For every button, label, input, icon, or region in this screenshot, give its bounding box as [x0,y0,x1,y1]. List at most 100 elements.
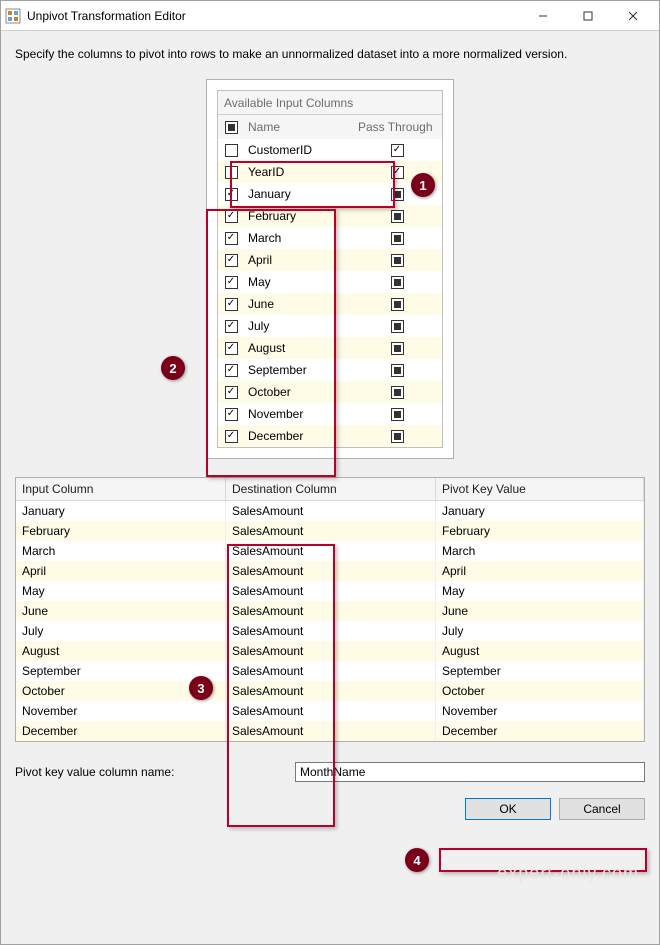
pass-through-checkbox[interactable] [391,254,404,267]
pass-through-checkbox[interactable] [391,188,404,201]
mapping-input-cell[interactable]: January [16,501,226,521]
pass-through-checkbox[interactable] [391,364,404,377]
mapping-pkv-cell[interactable]: March [436,541,644,561]
row-checkbox[interactable] [225,408,238,421]
pass-through-checkbox[interactable] [391,342,404,355]
mapping-input-cell[interactable]: November [16,701,226,721]
mapping-row: JuneSalesAmountJune [16,601,644,621]
mapping-dest-cell[interactable]: SalesAmount [226,681,436,701]
pkv-input[interactable] [295,762,645,782]
mapping-pkv-cell[interactable]: November [436,701,644,721]
input-column-row: May [218,271,442,293]
mapping-dest-cell[interactable]: SalesAmount [226,721,436,741]
mapping-input-cell[interactable]: December [16,721,226,741]
row-checkbox[interactable] [225,320,238,333]
button-row: OK Cancel [15,792,645,830]
mapping-dest-cell[interactable]: SalesAmount [226,541,436,561]
pkv-label: Pivot key value column name: [15,765,295,779]
row-checkbox[interactable] [225,166,238,179]
row-checkbox[interactable] [225,188,238,201]
row-checkbox[interactable] [225,276,238,289]
pass-through-checkbox[interactable] [391,232,404,245]
mapping-pkv-cell[interactable]: June [436,601,644,621]
mapping-input-cell[interactable]: April [16,561,226,581]
mapping-row: AprilSalesAmountApril [16,561,644,581]
mapping-pkv-cell[interactable]: August [436,641,644,661]
row-checkbox[interactable] [225,430,238,443]
row-name: September [244,363,354,377]
mapping-table: Input Column Destination Column Pivot Ke… [15,477,645,742]
row-checkbox[interactable] [225,386,238,399]
row-checkbox[interactable] [225,144,238,157]
pass-through-checkbox[interactable] [391,276,404,289]
row-checkbox[interactable] [225,342,238,355]
pass-through-checkbox[interactable] [391,386,404,399]
mapping-pkv-cell[interactable]: April [436,561,644,581]
col-header-pkv: Pivot Key Value [436,478,644,500]
mapping-input-cell[interactable]: September [16,661,226,681]
input-column-row: YearID [218,161,442,183]
mapping-input-cell[interactable]: March [16,541,226,561]
mapping-input-cell[interactable]: August [16,641,226,661]
mapping-pkv-cell[interactable]: October [436,681,644,701]
mapping-row: JulySalesAmountJuly [16,621,644,641]
row-checkbox[interactable] [225,210,238,223]
mapping-pkv-cell[interactable]: September [436,661,644,681]
mapping-row: AugustSalesAmountAugust [16,641,644,661]
window: Unpivot Transformation Editor Specify th… [0,0,660,945]
pass-through-checkbox[interactable] [391,166,404,179]
row-name: CustomerID [244,143,354,157]
window-title: Unpivot Transformation Editor [27,9,520,23]
pass-through-checkbox[interactable] [391,320,404,333]
mapping-pkv-cell[interactable]: February [436,521,644,541]
pass-through-checkbox[interactable] [391,408,404,421]
mapping-dest-cell[interactable]: SalesAmount [226,521,436,541]
ok-button[interactable]: OK [465,798,551,820]
mapping-input-cell[interactable]: May [16,581,226,601]
mapping-pkv-cell[interactable]: May [436,581,644,601]
mapping-dest-cell[interactable]: SalesAmount [226,581,436,601]
mapping-pkv-cell[interactable]: July [436,621,644,641]
row-name: March [244,231,354,245]
mapping-input-cell[interactable]: July [16,621,226,641]
titlebar: Unpivot Transformation Editor [1,1,659,31]
cancel-button[interactable]: Cancel [559,798,645,820]
row-checkbox[interactable] [225,232,238,245]
row-checkbox[interactable] [225,254,238,267]
content: Specify the columns to pivot into rows t… [1,31,659,944]
mapping-dest-cell[interactable]: SalesAmount [226,701,436,721]
mapping-input-cell[interactable]: June [16,601,226,621]
pass-through-checkbox[interactable] [391,210,404,223]
mapping-dest-cell[interactable]: SalesAmount [226,621,436,641]
row-name: October [244,385,354,399]
close-button[interactable] [610,1,655,31]
mapping-input-cell[interactable]: February [16,521,226,541]
mapping-row: DecemberSalesAmountDecember [16,721,644,741]
mapping-dest-cell[interactable]: SalesAmount [226,601,436,621]
row-name: November [244,407,354,421]
mapping-pkv-cell[interactable]: December [436,721,644,741]
minimize-button[interactable] [520,1,565,31]
available-input-columns-panel: Available Input Columns Name Pass Throug… [206,79,454,459]
mapping-dest-cell[interactable]: SalesAmount [226,501,436,521]
input-columns-col-header: Name Pass Through [218,115,442,139]
mapping-pkv-cell[interactable]: January [436,501,644,521]
mapping-row: MaySalesAmountMay [16,581,644,601]
mapping-input-cell[interactable]: October [16,681,226,701]
row-name: July [244,319,354,333]
input-column-row: February [218,205,442,227]
row-checkbox[interactable] [225,298,238,311]
pass-through-checkbox[interactable] [391,430,404,443]
select-all-checkbox[interactable] [225,121,238,134]
mapping-dest-cell[interactable]: SalesAmount [226,661,436,681]
mapping-dest-cell[interactable]: SalesAmount [226,561,436,581]
pkv-column-row: Pivot key value column name: [15,762,645,782]
pass-through-checkbox[interactable] [391,144,404,157]
row-name: January [244,187,354,201]
pass-through-checkbox[interactable] [391,298,404,311]
row-checkbox[interactable] [225,364,238,377]
mapping-dest-cell[interactable]: SalesAmount [226,641,436,661]
maximize-button[interactable] [565,1,610,31]
input-column-row: October [218,381,442,403]
mapping-row: SeptemberSalesAmountSeptember [16,661,644,681]
